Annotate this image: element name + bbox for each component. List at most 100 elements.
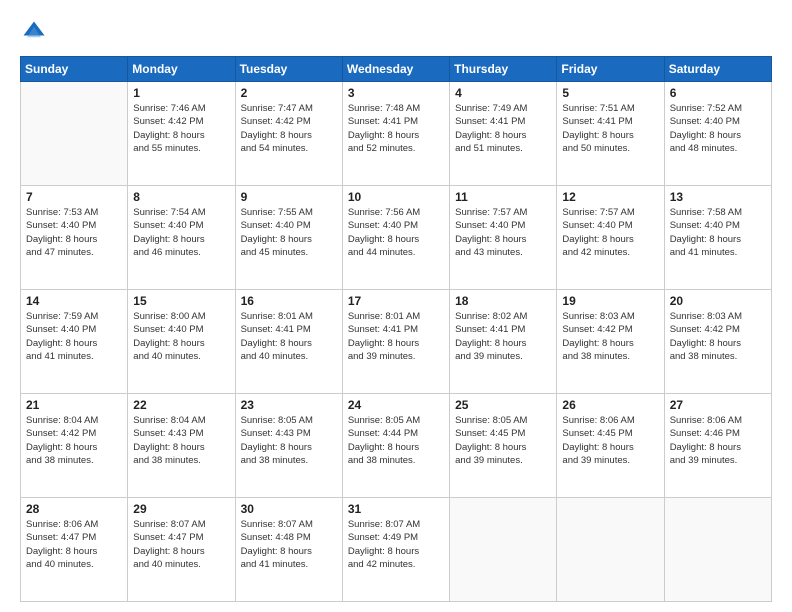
- day-number: 16: [241, 294, 337, 308]
- calendar-cell: 15Sunrise: 8:00 AM Sunset: 4:40 PM Dayli…: [128, 290, 235, 394]
- day-number: 1: [133, 86, 229, 100]
- cell-info: Sunrise: 7:51 AM Sunset: 4:41 PM Dayligh…: [562, 102, 658, 155]
- calendar-week-row: 1 Sunrise: 7:46 AM Sunset: 4:42 PM Daylig…: [21, 82, 772, 186]
- dow-header: Friday: [557, 57, 664, 82]
- calendar-cell: [557, 498, 664, 602]
- calendar-cell: 7Sunrise: 7:53 AM Sunset: 4:40 PM Daylig…: [21, 186, 128, 290]
- calendar-cell: 18 Sunrise: 8:02 AM Sunset: 4:41 PM Dayli…: [450, 290, 557, 394]
- calendar-cell: 4 Sunrise: 7:49 AM Sunset: 4:41 PM Daylig…: [450, 82, 557, 186]
- cell-info: Sunrise: 8:05 AM Sunset: 4:44 PM Dayligh…: [348, 414, 444, 467]
- day-number: 31: [348, 502, 444, 516]
- cell-info: Sunrise: 8:04 AM Sunset: 4:42 PM Dayligh…: [26, 414, 122, 467]
- calendar-cell: 28 Sunrise: 8:06 AM Sunset: 4:47 PM Dayli…: [21, 498, 128, 602]
- day-number: 25: [455, 398, 551, 412]
- calendar-cell: 1 Sunrise: 7:46 AM Sunset: 4:42 PM Daylig…: [128, 82, 235, 186]
- day-number: 4: [455, 86, 551, 100]
- calendar-week-row: 14 Sunrise: 7:59 AM Sunset: 4:40 PM Dayli…: [21, 290, 772, 394]
- day-number: 5: [562, 86, 658, 100]
- dow-header: Tuesday: [235, 57, 342, 82]
- cell-info: Sunrise: 8:01 AM Sunset: 4:41 PM Dayligh…: [241, 310, 337, 363]
- day-number: 21: [26, 398, 122, 412]
- day-number: 12: [562, 190, 658, 204]
- calendar-cell: 9 Sunrise: 7:55 AM Sunset: 4:40 PM Daylig…: [235, 186, 342, 290]
- day-number: 7: [26, 190, 122, 204]
- cell-info: Sunrise: 8:06 AM Sunset: 4:45 PM Dayligh…: [562, 414, 658, 467]
- day-number: 2: [241, 86, 337, 100]
- day-number: 18: [455, 294, 551, 308]
- calendar-cell: 8 Sunrise: 7:54 AM Sunset: 4:40 PM Daylig…: [128, 186, 235, 290]
- logo-icon: [20, 18, 48, 46]
- cell-info: Sunrise: 7:59 AM Sunset: 4:40 PM Dayligh…: [26, 310, 122, 363]
- cell-info: Sunrise: 7:57 AM Sunset: 4:40 PM Dayligh…: [455, 206, 551, 259]
- calendar-cell: 19 Sunrise: 8:03 AM Sunset: 4:42 PM Dayli…: [557, 290, 664, 394]
- cell-info: Sunrise: 7:52 AM Sunset: 4:40 PM Dayligh…: [670, 102, 766, 155]
- calendar-cell: 10 Sunrise: 7:56 AM Sunset: 4:40 PM Dayli…: [342, 186, 449, 290]
- cell-info: Sunrise: 8:06 AM Sunset: 4:47 PM Dayligh…: [26, 518, 122, 571]
- day-number: 10: [348, 190, 444, 204]
- cell-info: Sunrise: 8:06 AM Sunset: 4:46 PM Dayligh…: [670, 414, 766, 467]
- day-number: 8: [133, 190, 229, 204]
- dow-header: Saturday: [664, 57, 771, 82]
- cell-info: Sunrise: 8:05 AM Sunset: 4:43 PM Dayligh…: [241, 414, 337, 467]
- calendar-cell: 23 Sunrise: 8:05 AM Sunset: 4:43 PM Dayli…: [235, 394, 342, 498]
- cell-info: Sunrise: 8:00 AM Sunset: 4:40 PM Dayligh…: [133, 310, 229, 363]
- day-number: 11: [455, 190, 551, 204]
- calendar-week-row: 21 Sunrise: 8:04 AM Sunset: 4:42 PM Dayli…: [21, 394, 772, 498]
- day-number: 9: [241, 190, 337, 204]
- calendar-cell: [21, 82, 128, 186]
- day-number: 30: [241, 502, 337, 516]
- day-number: 26: [562, 398, 658, 412]
- day-number: 27: [670, 398, 766, 412]
- cell-info: Sunrise: 8:03 AM Sunset: 4:42 PM Dayligh…: [670, 310, 766, 363]
- logo: [20, 18, 52, 46]
- cell-info: Sunrise: 8:07 AM Sunset: 4:49 PM Dayligh…: [348, 518, 444, 571]
- cell-info: Sunrise: 7:49 AM Sunset: 4:41 PM Dayligh…: [455, 102, 551, 155]
- calendar-cell: [450, 498, 557, 602]
- day-number: 17: [348, 294, 444, 308]
- cell-info: Sunrise: 8:02 AM Sunset: 4:41 PM Dayligh…: [455, 310, 551, 363]
- calendar-week-row: 7Sunrise: 7:53 AM Sunset: 4:40 PM Daylig…: [21, 186, 772, 290]
- calendar-cell: 5 Sunrise: 7:51 AM Sunset: 4:41 PM Daylig…: [557, 82, 664, 186]
- day-number: 3: [348, 86, 444, 100]
- day-number: 24: [348, 398, 444, 412]
- cell-info: Sunrise: 7:54 AM Sunset: 4:40 PM Dayligh…: [133, 206, 229, 259]
- cell-info: Sunrise: 7:58 AM Sunset: 4:40 PM Dayligh…: [670, 206, 766, 259]
- dow-header: Sunday: [21, 57, 128, 82]
- calendar-cell: 14 Sunrise: 7:59 AM Sunset: 4:40 PM Dayli…: [21, 290, 128, 394]
- calendar-cell: 27 Sunrise: 8:06 AM Sunset: 4:46 PM Dayli…: [664, 394, 771, 498]
- day-number: 20: [670, 294, 766, 308]
- day-number: 13: [670, 190, 766, 204]
- calendar-cell: 2Sunrise: 7:47 AM Sunset: 4:42 PM Daylig…: [235, 82, 342, 186]
- calendar-cell: 26 Sunrise: 8:06 AM Sunset: 4:45 PM Dayli…: [557, 394, 664, 498]
- calendar-cell: 20 Sunrise: 8:03 AM Sunset: 4:42 PM Dayli…: [664, 290, 771, 394]
- calendar-cell: 31 Sunrise: 8:07 AM Sunset: 4:49 PM Dayli…: [342, 498, 449, 602]
- day-number: 19: [562, 294, 658, 308]
- header: [20, 18, 772, 46]
- cell-info: Sunrise: 7:56 AM Sunset: 4:40 PM Dayligh…: [348, 206, 444, 259]
- dow-header: Monday: [128, 57, 235, 82]
- cell-info: Sunrise: 8:07 AM Sunset: 4:48 PM Dayligh…: [241, 518, 337, 571]
- dow-header: Thursday: [450, 57, 557, 82]
- cell-info: Sunrise: 7:48 AM Sunset: 4:41 PM Dayligh…: [348, 102, 444, 155]
- cell-info: Sunrise: 8:04 AM Sunset: 4:43 PM Dayligh…: [133, 414, 229, 467]
- cell-info: Sunrise: 7:46 AM Sunset: 4:42 PM Dayligh…: [133, 102, 229, 155]
- cell-info: Sunrise: 8:03 AM Sunset: 4:42 PM Dayligh…: [562, 310, 658, 363]
- calendar-cell: 21 Sunrise: 8:04 AM Sunset: 4:42 PM Dayli…: [21, 394, 128, 498]
- calendar-week-row: 28 Sunrise: 8:06 AM Sunset: 4:47 PM Dayli…: [21, 498, 772, 602]
- cell-info: Sunrise: 8:05 AM Sunset: 4:45 PM Dayligh…: [455, 414, 551, 467]
- day-number: 28: [26, 502, 122, 516]
- day-number: 14: [26, 294, 122, 308]
- day-number: 23: [241, 398, 337, 412]
- day-number: 22: [133, 398, 229, 412]
- cell-info: Sunrise: 7:55 AM Sunset: 4:40 PM Dayligh…: [241, 206, 337, 259]
- cell-info: Sunrise: 8:01 AM Sunset: 4:41 PM Dayligh…: [348, 310, 444, 363]
- cell-info: Sunrise: 8:07 AM Sunset: 4:47 PM Dayligh…: [133, 518, 229, 571]
- calendar-cell: 30 Sunrise: 8:07 AM Sunset: 4:48 PM Dayli…: [235, 498, 342, 602]
- day-number: 29: [133, 502, 229, 516]
- calendar-cell: 22 Sunrise: 8:04 AM Sunset: 4:43 PM Dayli…: [128, 394, 235, 498]
- calendar-table: SundayMondayTuesdayWednesdayThursdayFrid…: [20, 56, 772, 602]
- calendar-cell: 3 Sunrise: 7:48 AM Sunset: 4:41 PM Daylig…: [342, 82, 449, 186]
- dow-header: Wednesday: [342, 57, 449, 82]
- calendar-cell: 11 Sunrise: 7:57 AM Sunset: 4:40 PM Dayli…: [450, 186, 557, 290]
- calendar-cell: 6Sunrise: 7:52 AM Sunset: 4:40 PM Daylig…: [664, 82, 771, 186]
